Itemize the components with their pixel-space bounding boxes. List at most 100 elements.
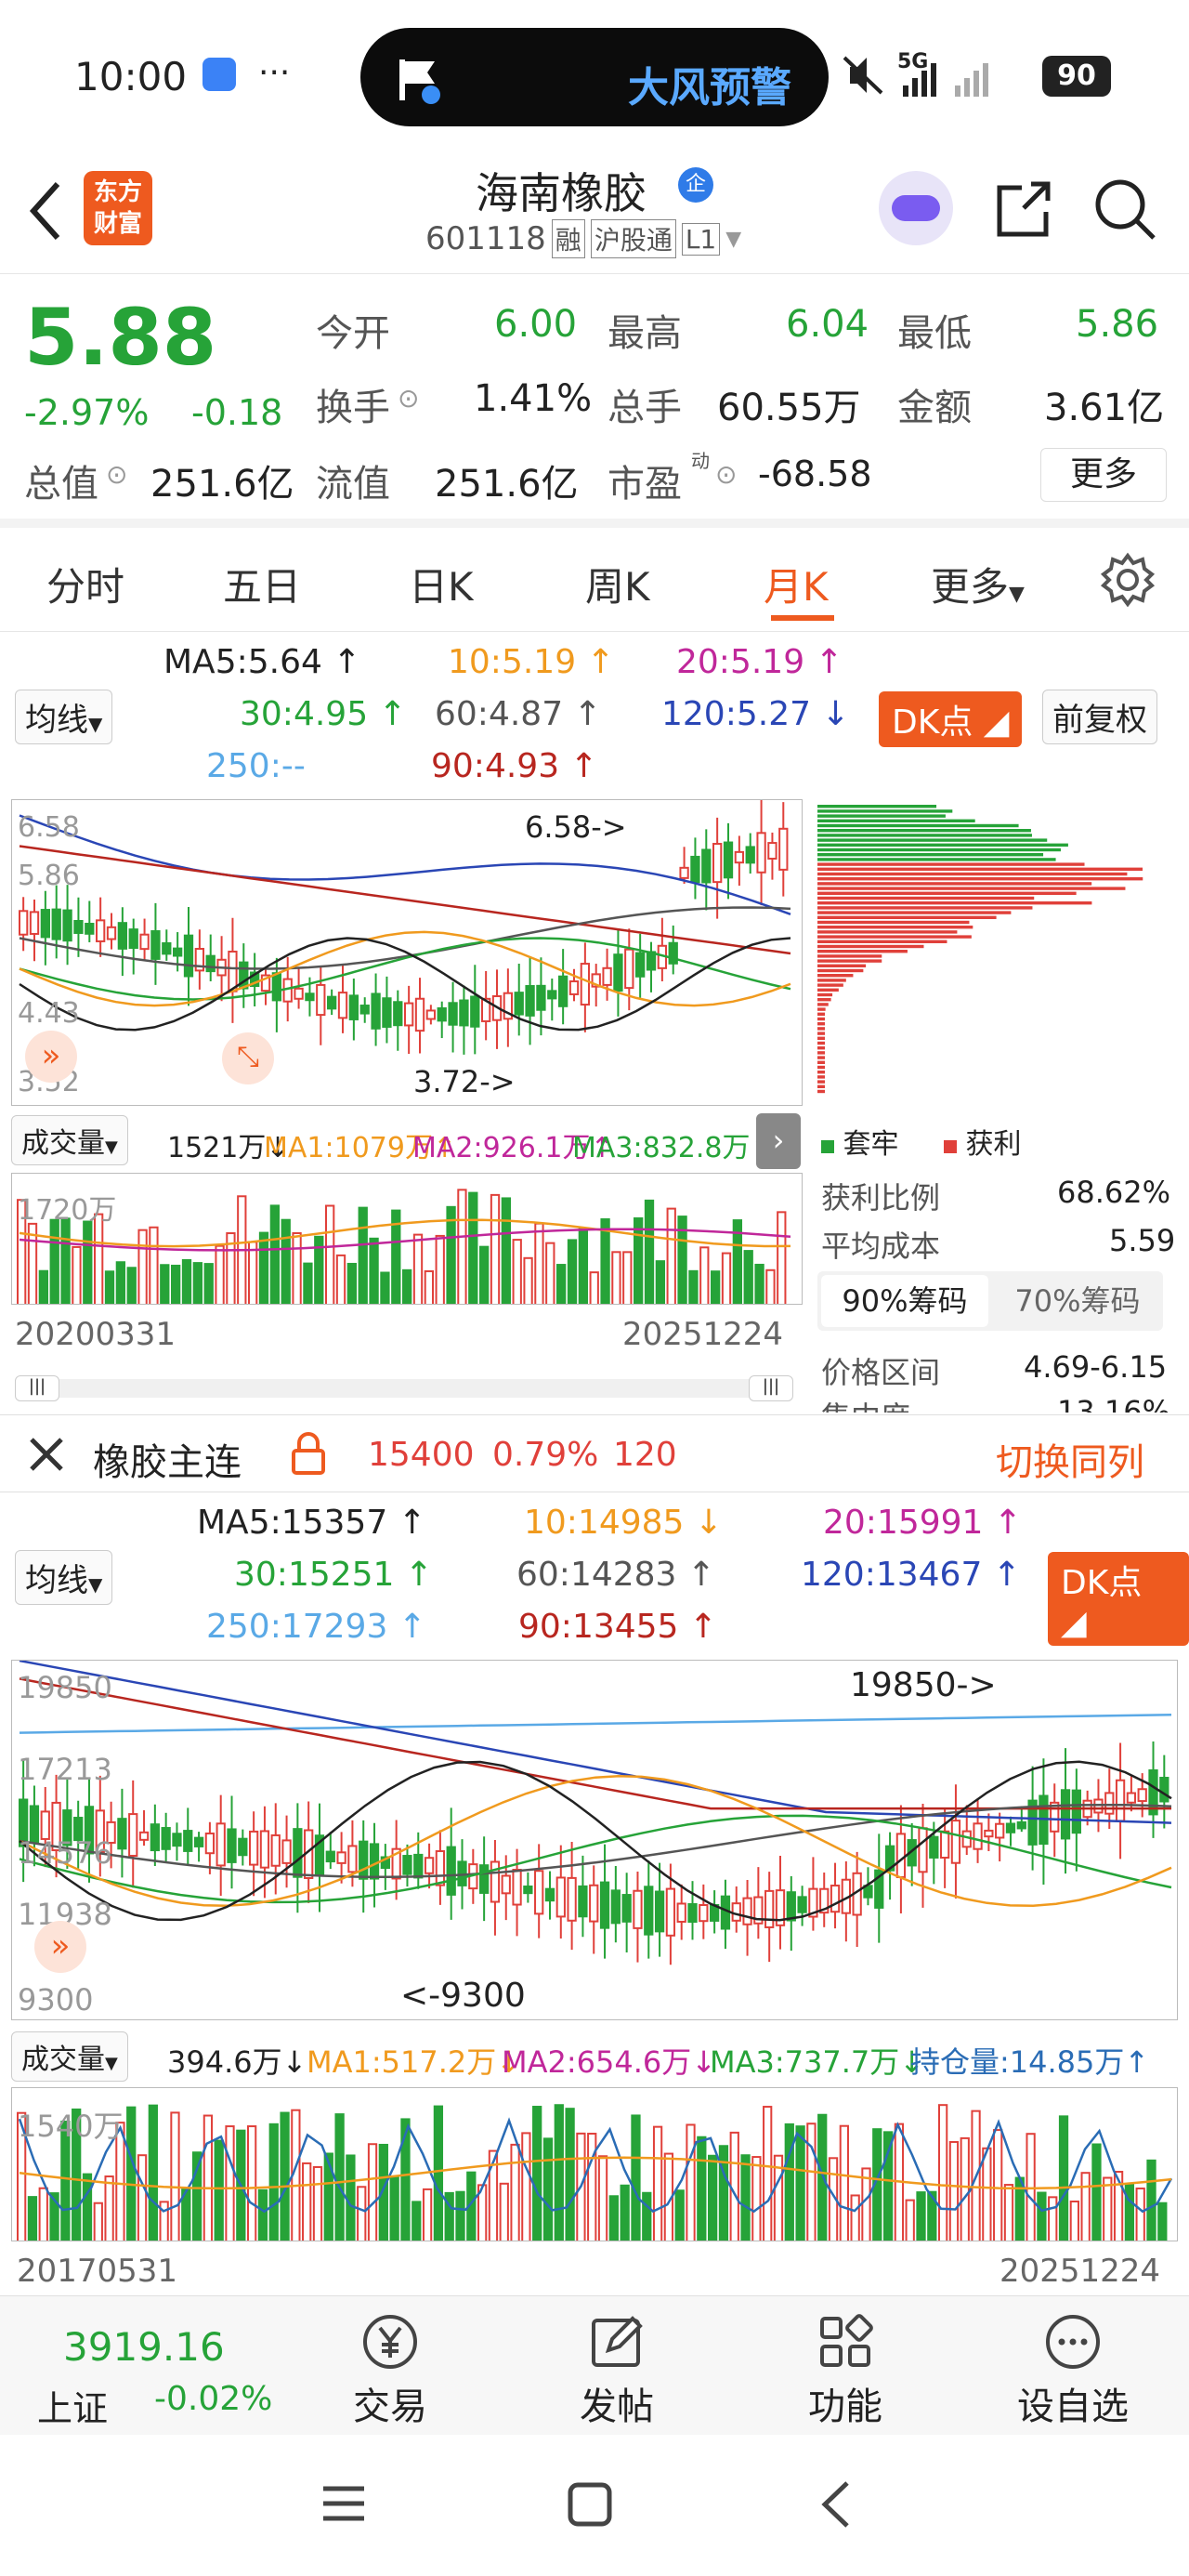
candle-body (393, 1001, 403, 1027)
volume-bar (27, 2196, 38, 2241)
c2-ma-selector[interactable]: 均线▼ (15, 1550, 113, 1605)
c1-y4: 4.43 (18, 997, 80, 1030)
scroll-handle-right[interactable]: ||| (749, 1375, 793, 1401)
candle-body (676, 1902, 686, 1923)
chip-bar (817, 819, 975, 822)
back-icon[interactable] (22, 178, 69, 243)
candle-body (742, 1897, 752, 1925)
chip-tab-90[interactable]: 90%筹码 (821, 1275, 988, 1327)
volume-bar (126, 2106, 137, 2241)
info-icon[interactable]: ⊙ (398, 383, 419, 414)
candle-body (1159, 1777, 1169, 1803)
candle-body (19, 910, 29, 936)
post-button[interactable]: 发帖 (570, 2311, 663, 2430)
chip-tab-70[interactable]: 70%筹码 (996, 1275, 1159, 1327)
tab-more[interactable]: 更多▼ (931, 556, 1025, 612)
expand-left-icon[interactable]: » (34, 1921, 86, 1973)
chip-bar (817, 992, 833, 997)
vol-value: 60.55万 (717, 387, 861, 429)
app-logo[interactable]: 东方 财富 (84, 171, 152, 245)
function-button[interactable]: 功能 (799, 2311, 892, 2430)
index-ticker[interactable]: 3919.16 上证 -0.02% (19, 2296, 279, 2436)
c2-volume-chart[interactable]: 1540万 (11, 2087, 1178, 2241)
volume-bar (181, 1258, 192, 1304)
trade-button[interactable]: 交易 (344, 2311, 437, 2430)
volume-bar (148, 2104, 158, 2241)
search-icon[interactable] (1092, 177, 1159, 243)
switch-button[interactable]: 切换同列 (996, 1432, 1144, 1486)
more-button[interactable]: 更多 (1040, 448, 1167, 502)
chip-bar (817, 834, 1032, 837)
ma90-line (19, 1677, 1171, 1810)
scroll-handle-left[interactable]: ||| (15, 1375, 59, 1401)
c1-ma-selector[interactable]: 均线▼ (15, 690, 113, 744)
c1-scrollbar[interactable]: ||| ||| (15, 1375, 793, 1401)
chevron-down-icon[interactable]: ▼ (725, 228, 741, 251)
candle-body (414, 997, 425, 1032)
watchlist-button[interactable]: 设自选 (1013, 2311, 1133, 2430)
volume-bar (565, 2108, 575, 2241)
candle-body (950, 1820, 961, 1864)
volume-bar (268, 2123, 279, 2241)
chip-bar (817, 901, 1092, 905)
c1-vol-selector[interactable]: 成交量▼ (11, 1115, 128, 1165)
candle-body (305, 992, 315, 1002)
tab-5day[interactable]: 五日 (223, 556, 301, 612)
c2-ma30: 30:15251 ↑ (234, 1556, 434, 1594)
back-nav-icon[interactable] (817, 2479, 855, 2530)
volume-bar (521, 2132, 531, 2241)
c2-price-chart[interactable]: 19850 17213 14576 11938 9300 19850-> <-9… (11, 1660, 1178, 2020)
tab-daily[interactable]: 日K (409, 556, 474, 612)
share-icon[interactable] (990, 177, 1055, 242)
c2-ma250: 250:17293 ↑ (206, 1608, 426, 1646)
volume-bar (512, 1239, 522, 1304)
volume-bar (455, 2190, 465, 2241)
home-icon[interactable] (567, 2481, 615, 2528)
status-bar: 10:00 ··· 大风预警 5G 90 (0, 0, 1189, 158)
menu-icon[interactable] (321, 2483, 366, 2524)
candle-body (371, 992, 381, 1030)
volume-bar (83, 1220, 93, 1304)
c2-open-interest: 持仓量:14.85万↑ (910, 2044, 1150, 2080)
chip-bar (817, 1041, 825, 1045)
app-notify-icon (203, 58, 236, 91)
candle-body (654, 1890, 665, 1933)
chip-bar (817, 853, 1044, 857)
level-tag[interactable]: L1 (681, 222, 721, 256)
candle-body (621, 1894, 632, 1923)
caret-down-icon: ▼ (88, 1573, 103, 1596)
close-icon[interactable] (26, 1434, 67, 1475)
c1-volume-chart[interactable]: 1720万 (11, 1173, 803, 1305)
candle-body (446, 1846, 456, 1896)
candle-body (580, 963, 591, 1006)
futures-chg: 120 (613, 1436, 677, 1474)
tab-indicator (771, 615, 834, 621)
last-price: 5.88 (24, 292, 217, 383)
settings-gear-icon[interactable] (1100, 552, 1156, 608)
candle-body (128, 1813, 138, 1857)
volume-bar (171, 1264, 181, 1304)
assistant-avatar[interactable] (879, 171, 953, 245)
tab-intraday[interactable]: 分时 (46, 556, 124, 612)
tab-monthly[interactable]: 月K (764, 556, 829, 612)
c2-vma1: MA1:517.2万↓ (307, 2044, 522, 2080)
dynamic-island[interactable]: 大风预警 (360, 28, 829, 126)
candle-body (731, 1902, 741, 1922)
fullscreen-icon[interactable]: ⤡ (222, 1032, 274, 1084)
c2-y2: 17213 (18, 1752, 112, 1787)
info-icon[interactable]: ⊙ (106, 459, 127, 490)
c1-adjust-button[interactable]: 前复权 (1042, 690, 1157, 744)
candle-body (271, 972, 282, 1002)
c2-dk-button[interactable]: DK点 ◢ (1048, 1552, 1189, 1646)
c2-vol-selector[interactable]: 成交量▼ (11, 2031, 128, 2082)
info-icon[interactable]: ⊙ (715, 459, 737, 490)
c1-dk-button[interactable]: DK点 ◢ (879, 691, 1023, 747)
volume-bar (38, 2187, 48, 2241)
index-name: 上证 (37, 2388, 109, 2429)
expand-left-icon[interactable]: » (25, 1031, 77, 1083)
c1-price-chart[interactable]: 6.58 5.86 4.43 3.52 6.58-> 3.72-> » ⤡ (11, 799, 803, 1106)
volume-bar (49, 1218, 59, 1304)
chevron-right-icon[interactable]: › (756, 1113, 801, 1169)
tab-weekly[interactable]: 周K (585, 556, 650, 612)
candle-body (238, 1837, 248, 1857)
